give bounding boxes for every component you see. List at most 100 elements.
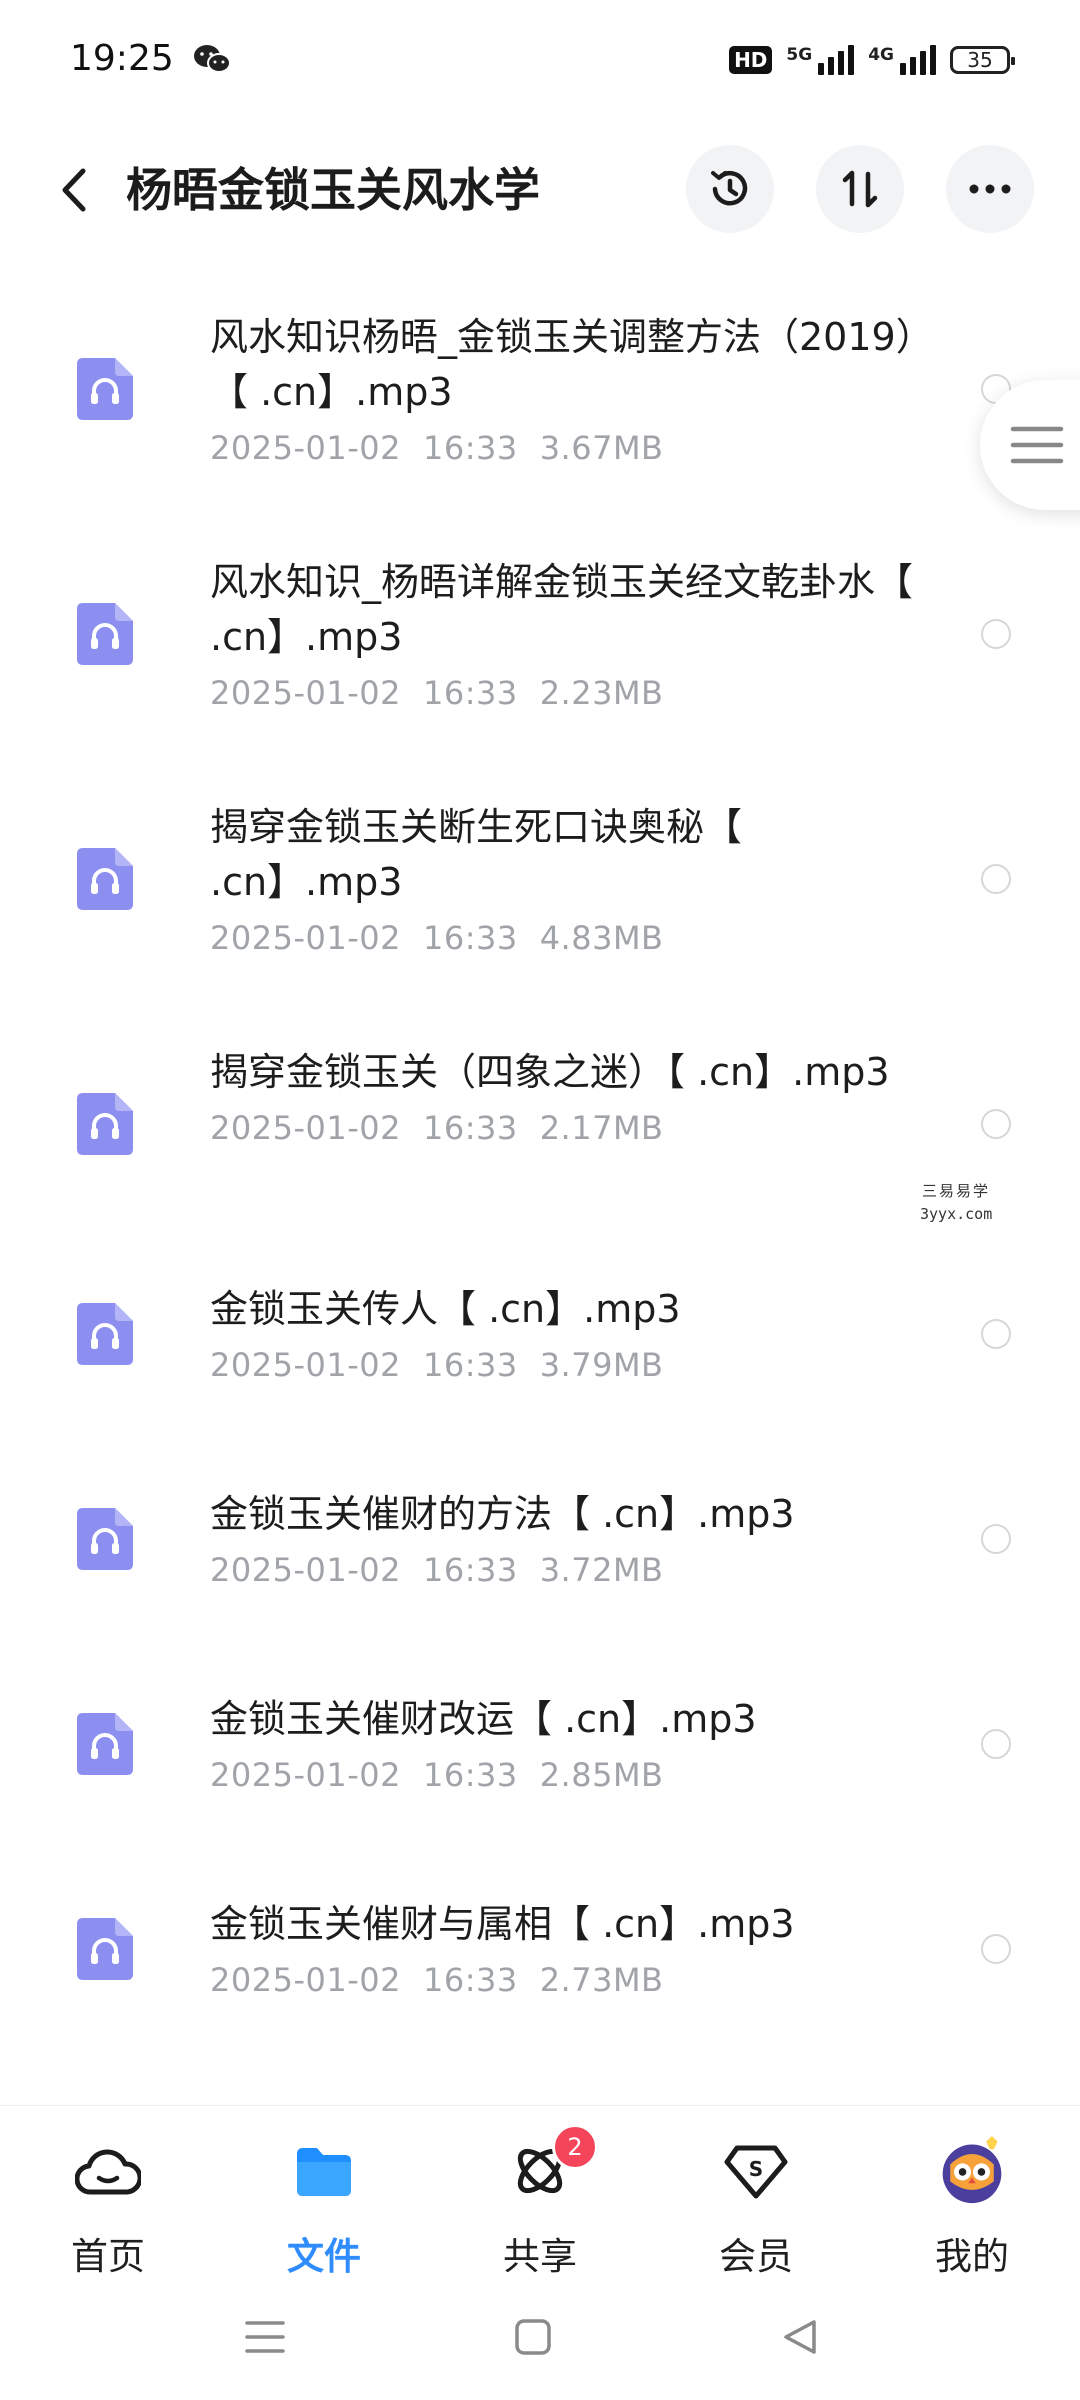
- audio-file-icon: [77, 358, 133, 420]
- file-name: 风水知识_杨晤详解金锁玉关经文乾卦水【 .cn】.mp3: [210, 560, 914, 659]
- file-info: 风水知识杨晤_金锁玉关调整方法（2019）【 .cn】.mp3 2025-01-0…: [210, 310, 930, 468]
- file-size: 3.67MB: [539, 429, 664, 467]
- history-icon: [711, 171, 748, 206]
- file-meta: 2025-01-02 16:33 2.17MB: [210, 1108, 930, 1148]
- share-badge: 2: [552, 2124, 598, 2170]
- back-button[interactable]: [48, 162, 100, 218]
- file-info: 金锁玉关催财改运【 .cn】.mp3 2025-01-02 16:33 2.85MB: [210, 1692, 930, 1795]
- file-size: 2.85MB: [539, 1756, 664, 1794]
- nav-share[interactable]: 2 共享: [460, 2124, 620, 2278]
- recent-apps-icon: [245, 2321, 285, 2353]
- file-info: 揭穿金锁玉关（四象之迷）【 .cn】.mp3 2025-01-02 16:33 2.1…: [210, 1045, 930, 1148]
- file-date: 2025-01-02: [210, 429, 401, 467]
- file-meta: 2025-01-02 16:33 3.79MB: [210, 1345, 930, 1385]
- file-row[interactable]: 金锁玉关催财的方法【 .cn】.mp3 2025-01-02 16:33 3.72MB: [0, 1465, 1080, 1670]
- system-nav-bar: [0, 2285, 1080, 2400]
- file-list: 风水知识杨晤_金锁玉关调整方法（2019）【 .cn】.mp3 2025-01-0…: [0, 280, 1080, 2080]
- back-triangle-icon: [784, 2320, 816, 2354]
- page-title: 杨晤金锁玉关风水学: [126, 163, 540, 217]
- more-button[interactable]: [946, 145, 1034, 233]
- audio-file-icon: [77, 603, 133, 665]
- file-date: 2025-01-02: [210, 1756, 401, 1794]
- file-info: 金锁玉关催财与属相【 .cn】.mp3 2025-01-02 16:33 2.73MB: [210, 1897, 930, 2000]
- file-info: 风水知识_杨晤详解金锁玉关经文乾卦水【 .cn】.mp3 2025-01-02 16…: [210, 555, 930, 713]
- select-checkbox[interactable]: [981, 1109, 1011, 1139]
- file-time: 16:33: [422, 1551, 518, 1589]
- hd-badge: HD: [729, 46, 773, 74]
- file-meta: 2025-01-02 16:33 2.85MB: [210, 1755, 930, 1795]
- nav-me[interactable]: 我的: [892, 2126, 1052, 2278]
- select-checkbox[interactable]: [981, 1728, 1011, 1759]
- select-checkbox[interactable]: [981, 864, 1011, 894]
- file-row[interactable]: 揭穿金锁玉关（四象之迷）【 .cn】.mp3 2025-01-02 16:33 2.1…: [0, 1015, 1080, 1260]
- bottom-nav: 首页 文件 2 共享 S 会员 我的: [0, 2105, 1080, 2278]
- file-name: 金锁玉关催财的方法【 .cn】.mp3: [210, 1492, 795, 1536]
- file-meta: 2025-01-02 16:33 3.67MB: [210, 428, 930, 468]
- file-size: 4.83MB: [539, 919, 664, 957]
- file-row[interactable]: 风水知识杨晤_金锁玉关调整方法（2019）【 .cn】.mp3 2025-01-0…: [0, 280, 1080, 525]
- file-row[interactable]: 风水知识_杨晤详解金锁玉关经文乾卦水【 .cn】.mp3 2025-01-02 16…: [0, 525, 1080, 770]
- file-info: 揭穿金锁玉关断生死口诀奥秘【 .cn】.mp3 2025-01-02 16:33 4.…: [210, 800, 930, 958]
- file-time: 16:33: [422, 1346, 518, 1384]
- owl-avatar-icon: [937, 2136, 1007, 2206]
- file-date: 2025-01-02: [210, 919, 401, 957]
- file-time: 16:33: [422, 429, 518, 467]
- signal-5g-icon: 5G: [786, 45, 855, 75]
- folder-icon: [289, 2136, 359, 2206]
- file-meta: 2025-01-02 16:33 2.23MB: [210, 673, 930, 713]
- file-name: 金锁玉关传人【 .cn】.mp3: [210, 1287, 681, 1331]
- audio-file-icon: [77, 1507, 133, 1570]
- file-time: 16:33: [422, 919, 518, 957]
- select-checkbox[interactable]: [981, 1318, 1011, 1349]
- file-row[interactable]: 揭穿金锁玉关断生死口诀奥秘【 .cn】.mp3 2025-01-02 16:33 4.…: [0, 770, 1080, 1015]
- watermark-url: 3yyx.com: [920, 1205, 993, 1223]
- file-name: 金锁玉关催财与属相【 .cn】.mp3: [210, 1902, 795, 1946]
- nav-label-me: 我的: [935, 2235, 1009, 2278]
- signal-4g-icon: 4G: [868, 45, 936, 75]
- audio-file-icon: [77, 1302, 133, 1365]
- menu-lines-icon: [1010, 426, 1064, 464]
- file-row[interactable]: 金锁玉关催财改运【 .cn】.mp3 2025-01-02 16:33 2.85MB: [0, 1670, 1080, 1875]
- select-checkbox[interactable]: [981, 1933, 1011, 1964]
- file-name: 金锁玉关催财改运【 .cn】.mp3: [210, 1697, 757, 1741]
- system-back-button[interactable]: [770, 2307, 830, 2367]
- file-date: 2025-01-02: [210, 674, 401, 712]
- battery-level: 35: [967, 48, 993, 72]
- battery-icon: 35: [950, 46, 1015, 74]
- file-time: 16:33: [422, 1756, 518, 1794]
- file-size: 2.17MB: [539, 1109, 664, 1147]
- nav-label-home: 首页: [71, 2235, 145, 2278]
- file-row[interactable]: 金锁玉关催财与属相【 .cn】.mp3 2025-01-02 16:33 2.73MB: [0, 1875, 1080, 2080]
- page-header: 杨晤金锁玉关风水学: [0, 140, 1080, 240]
- sort-button[interactable]: [816, 145, 904, 233]
- file-size: 3.72MB: [539, 1551, 664, 1589]
- nav-vip[interactable]: S 会员: [676, 2126, 836, 2278]
- select-checkbox[interactable]: [981, 619, 1011, 649]
- select-checkbox[interactable]: [981, 1523, 1011, 1554]
- status-time: 19:25: [70, 38, 174, 79]
- file-meta: 2025-01-02 16:33 3.72MB: [210, 1550, 930, 1590]
- recent-apps-button[interactable]: [235, 2307, 295, 2367]
- cloud-home-icon: [73, 2136, 143, 2206]
- file-date: 2025-01-02: [210, 1346, 401, 1384]
- home-button[interactable]: [503, 2307, 563, 2367]
- nav-label-files: 文件: [287, 2235, 361, 2278]
- vip-diamond-icon: S: [721, 2136, 791, 2206]
- file-meta: 2025-01-02 16:33 4.83MB: [210, 918, 930, 958]
- status-indicators: HD 5G 4G 35: [729, 40, 1015, 80]
- back-arrow-icon: [62, 168, 86, 212]
- nav-files[interactable]: 文件: [244, 2126, 404, 2278]
- sort-icon: [842, 170, 878, 208]
- audio-file-icon: [77, 1917, 133, 1980]
- nav-label-share: 共享: [503, 2235, 577, 2278]
- file-row[interactable]: 金锁玉关传人【 .cn】.mp3 2025-01-02 16:33 3.79MB: [0, 1260, 1080, 1465]
- history-button[interactable]: [686, 145, 774, 233]
- file-size: 3.79MB: [539, 1346, 664, 1384]
- nav-home[interactable]: 首页: [28, 2126, 188, 2278]
- audio-file-icon: [77, 848, 133, 910]
- file-size: 2.73MB: [539, 1961, 664, 1999]
- file-meta: 2025-01-02 16:33 2.73MB: [210, 1960, 930, 2000]
- file-name: 揭穿金锁玉关（四象之迷）【 .cn】.mp3: [210, 1050, 890, 1094]
- file-time: 16:33: [422, 1109, 518, 1147]
- audio-file-icon: [77, 1093, 133, 1155]
